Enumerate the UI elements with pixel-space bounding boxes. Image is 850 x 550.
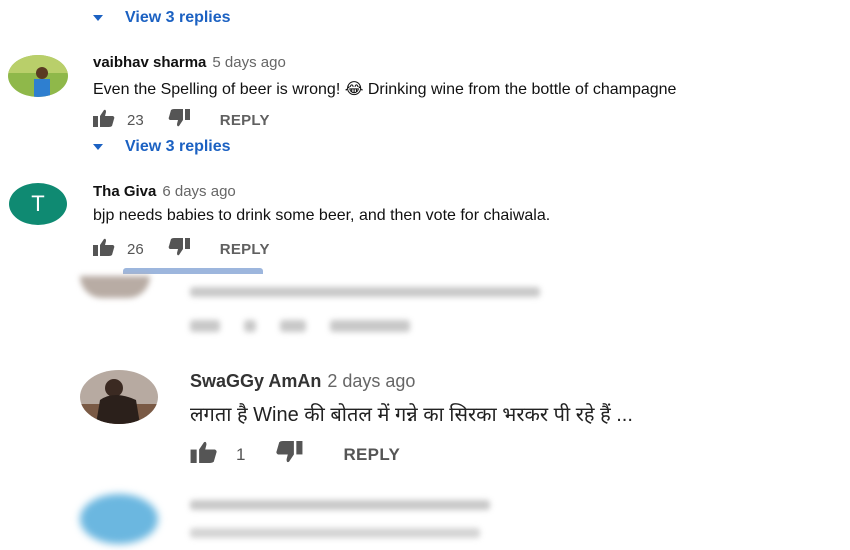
view-replies-button[interactable]: View 3 replies bbox=[93, 138, 231, 156]
comment-author[interactable]: vaibhav sharma bbox=[93, 54, 206, 71]
comment-header: Tha Giva 6 days ago bbox=[93, 183, 236, 201]
view-replies-label: View 3 replies bbox=[125, 138, 231, 155]
comment-text: Even the Spelling of beer is wrong! 😂 Dr… bbox=[93, 81, 677, 98]
comment-actions: 26 REPLY bbox=[93, 238, 270, 260]
reply-button[interactable]: REPLY bbox=[343, 445, 400, 465]
dislike-icon[interactable] bbox=[275, 441, 303, 468]
like-icon[interactable] bbox=[190, 441, 218, 468]
comment-text: लगता है Wine की बोतल में गन्ने का सिरका … bbox=[190, 404, 633, 426]
blurred-comment-text bbox=[190, 528, 480, 538]
comment-actions: 23 REPLY bbox=[93, 109, 270, 131]
dislike-icon[interactable] bbox=[168, 238, 190, 260]
view-replies-button[interactable]: View 3 replies bbox=[93, 9, 231, 27]
avatar bbox=[80, 494, 158, 544]
blurred-comment-actions bbox=[190, 320, 410, 332]
avatar[interactable] bbox=[8, 55, 68, 97]
comment-time[interactable]: 6 days ago bbox=[162, 183, 235, 200]
comment-author[interactable]: SwaGGy AmAn bbox=[190, 371, 321, 391]
like-icon[interactable] bbox=[93, 109, 115, 131]
comment-time[interactable]: 2 days ago bbox=[327, 371, 415, 391]
comment-header: vaibhav sharma 5 days ago bbox=[93, 54, 286, 72]
reply-button[interactable]: REPLY bbox=[220, 112, 270, 129]
avatar[interactable]: T bbox=[9, 183, 67, 225]
blurred-comment-author bbox=[190, 500, 490, 510]
like-icon[interactable] bbox=[93, 238, 115, 260]
caret-down-icon bbox=[93, 144, 103, 150]
comment-time[interactable]: 5 days ago bbox=[212, 54, 285, 71]
view-replies-label: View 3 replies bbox=[125, 9, 231, 26]
like-count: 1 bbox=[236, 444, 246, 464]
avatar bbox=[80, 276, 150, 298]
dislike-icon[interactable] bbox=[168, 109, 190, 131]
comment-header: SwaGGy AmAn 2 days ago bbox=[190, 371, 415, 392]
like-count: 23 bbox=[127, 111, 144, 129]
blurred-comment-text bbox=[190, 287, 540, 297]
like-count: 26 bbox=[127, 240, 144, 258]
comment-text: bjp needs babies to drink some beer, and… bbox=[93, 207, 551, 224]
caret-down-icon bbox=[93, 15, 103, 21]
reply-button[interactable]: REPLY bbox=[220, 241, 270, 258]
avatar[interactable] bbox=[80, 370, 158, 424]
view-replies-cropped bbox=[93, 268, 263, 274]
comment-actions: 1 REPLY bbox=[190, 441, 400, 468]
comment-author[interactable]: Tha Giva bbox=[93, 183, 156, 200]
avatar-letter: T bbox=[31, 191, 45, 216]
